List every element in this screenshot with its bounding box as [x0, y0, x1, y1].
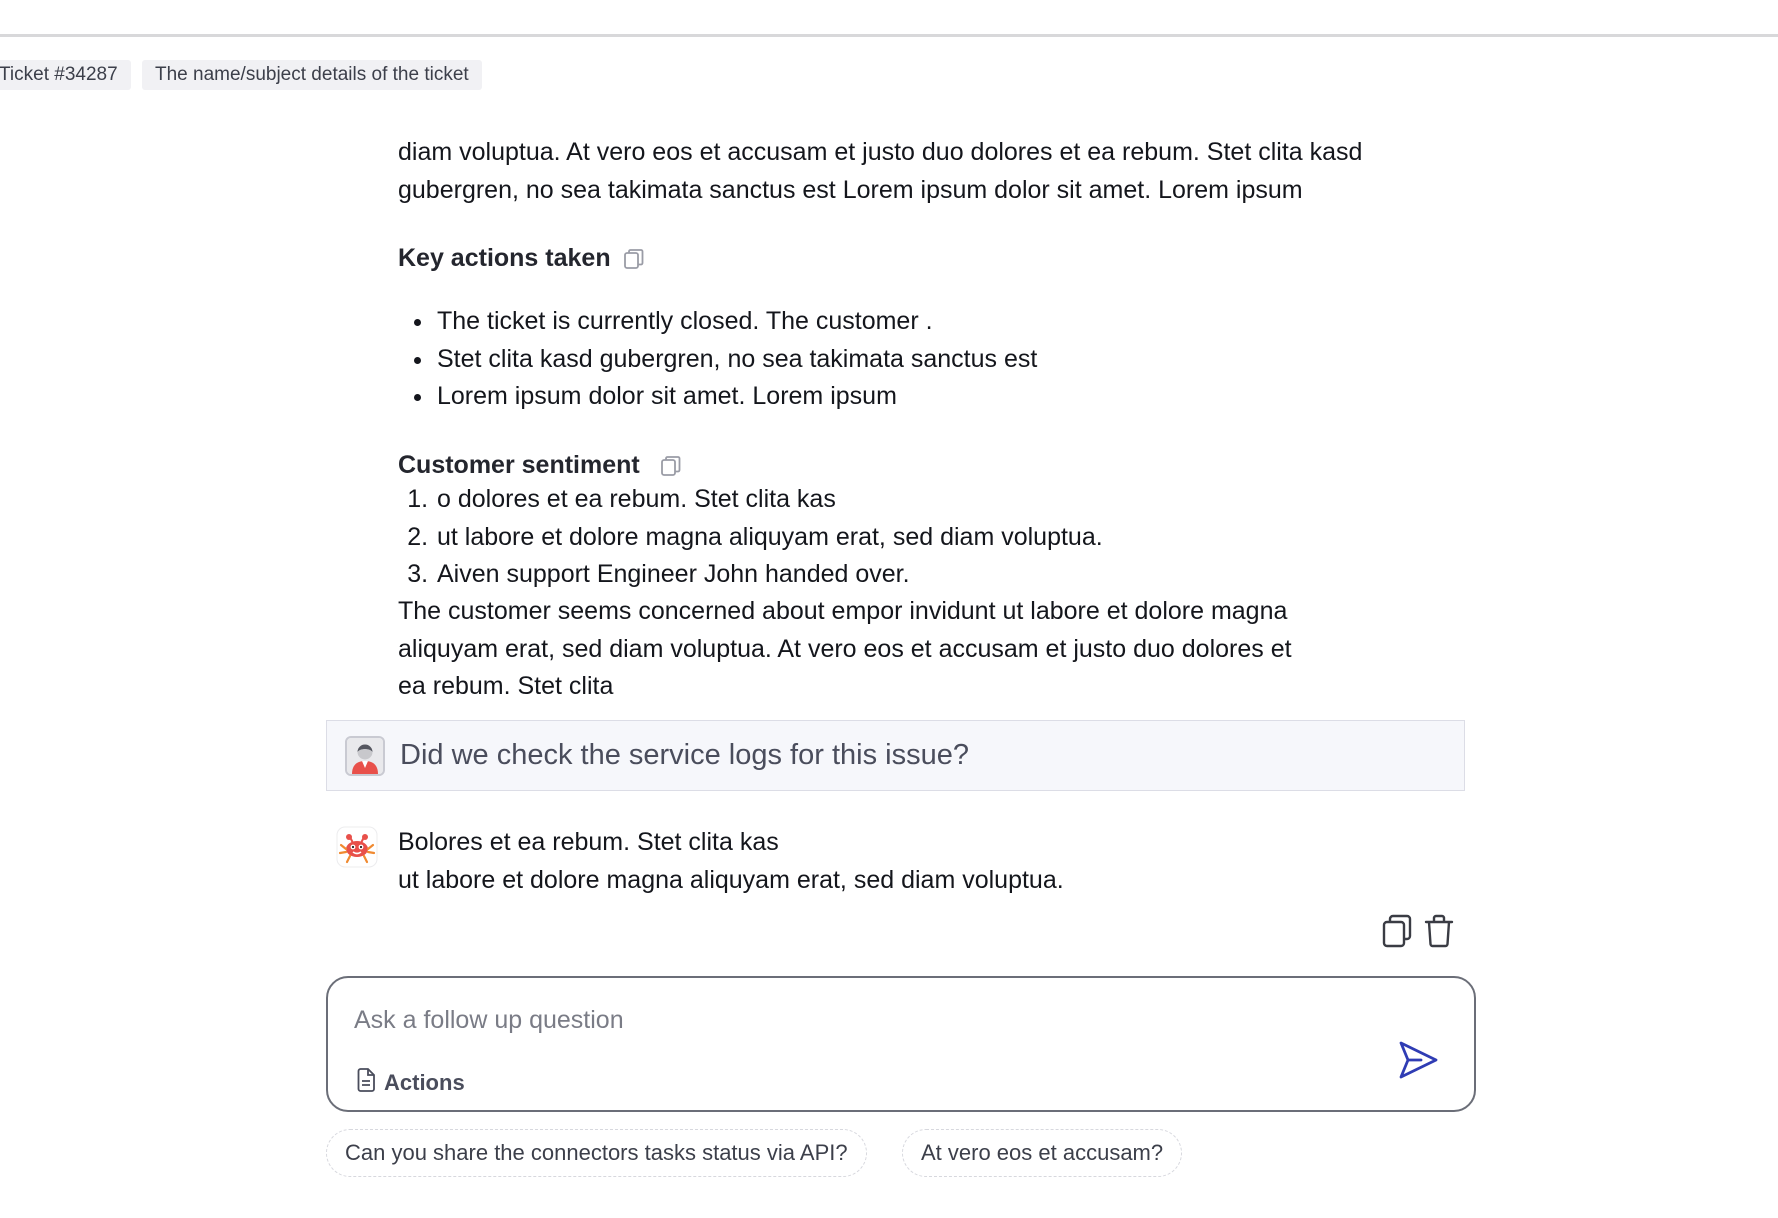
document-icon [356, 1068, 376, 1097]
sentiment-list: o dolores et ea rebum. Stet clita kas ut… [398, 481, 1103, 594]
list-item: Stet clita kasd gubergren, no sea takima… [435, 341, 1037, 379]
list-item: ut labore et dolore magna aliquyam erat,… [435, 519, 1103, 557]
message-toolbar [1382, 914, 1454, 948]
copy-icon[interactable] [660, 455, 682, 477]
actions-button[interactable]: Actions [356, 1068, 465, 1097]
customer-sentiment-heading: Customer sentiment [398, 451, 682, 480]
follow-up-composer: Actions [326, 976, 1476, 1112]
suggestion-chip[interactable]: At vero eos et accusam? [902, 1129, 1183, 1177]
sentiment-text: The customer seems concerned about empor… [398, 597, 1292, 700]
key-actions-list: The ticket is currently closed. The cust… [398, 303, 1037, 416]
customer-sentiment-heading-text: Customer sentiment [398, 451, 640, 479]
user-question-text: Did we check the service logs for this i… [400, 739, 969, 771]
copy-icon[interactable] [623, 248, 645, 270]
follow-up-input[interactable] [354, 998, 1354, 1042]
actions-label: Actions [384, 1069, 465, 1095]
top-divider [0, 34, 1778, 37]
list-item: o dolores et ea rebum. Stet clita kas [435, 481, 1103, 519]
summary-intro-text: diam voluptua. At vero eos et accusam et… [398, 138, 1363, 204]
list-item: Lorem ipsum dolor sit amet. Lorem ipsum [435, 378, 1037, 416]
bot-answer-text: Bolores et ea rebum. Stet clita kas ut l… [398, 828, 1064, 894]
key-actions-heading: Key actions taken [398, 244, 645, 273]
bot-avatar [336, 826, 378, 868]
key-actions-heading-text: Key actions taken [398, 244, 611, 272]
user-avatar [345, 736, 385, 776]
list-item: Aiven support Engineer John handed over. [435, 556, 1103, 594]
trash-icon[interactable] [1424, 914, 1454, 948]
user-question-message: Did we check the service logs for this i… [326, 720, 1465, 791]
list-item: The ticket is currently closed. The cust… [435, 303, 1037, 341]
app-page: Ticket #34287 The name/subject details o… [0, 0, 1778, 1218]
ticket-id-tag[interactable]: Ticket #34287 [0, 60, 131, 90]
ticket-subject-tag[interactable]: The name/subject details of the ticket [142, 60, 482, 90]
send-button[interactable] [1396, 1038, 1440, 1082]
send-icon [1399, 1041, 1438, 1079]
suggestion-chip[interactable]: Can you share the connectors tasks statu… [326, 1129, 867, 1177]
copy-icon[interactable] [1382, 914, 1412, 948]
